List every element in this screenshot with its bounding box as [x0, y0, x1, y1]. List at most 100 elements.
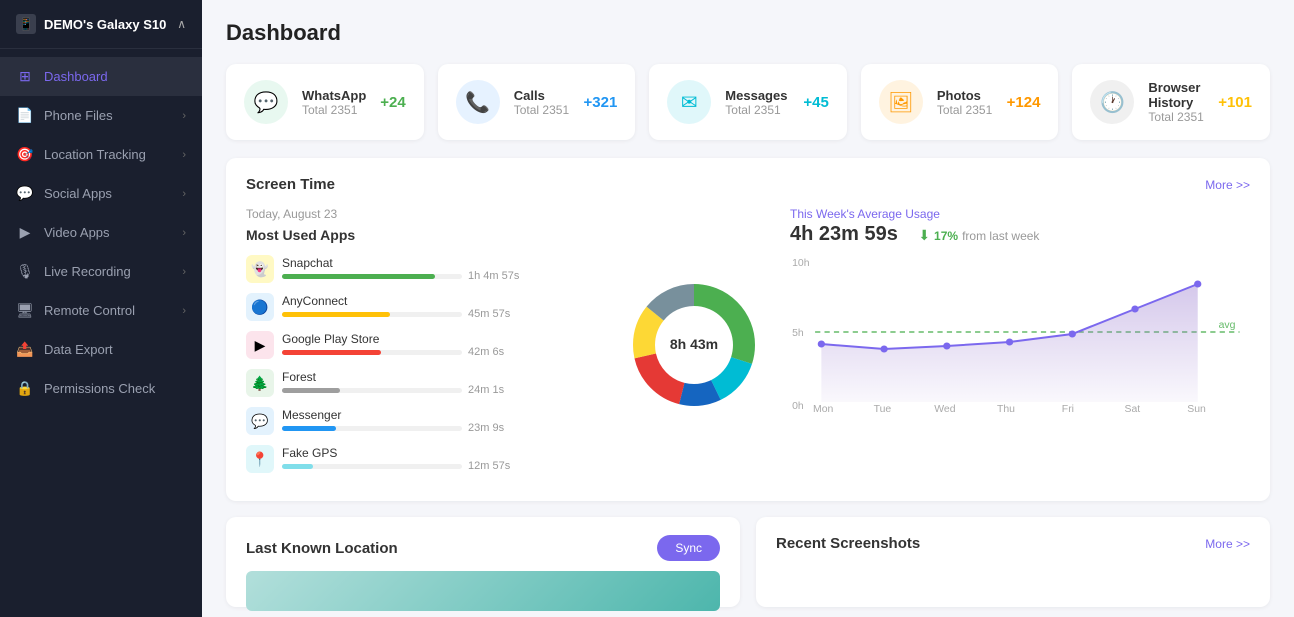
sidebar-item-phone-files[interactable]: 📄 Phone Files ›	[0, 96, 202, 135]
sync-button[interactable]: Sync	[657, 535, 720, 561]
main-content: Dashboard 💬 WhatsApp Total 2351 +24 📞 Ca…	[202, 0, 1294, 617]
app-bar-fill-Snapchat	[282, 274, 435, 279]
screenshots-title: Recent Screenshots	[776, 535, 920, 552]
stat-name-calls: Calls	[514, 88, 570, 103]
app-bar-fill-Messenger	[282, 426, 336, 431]
nav-label-dashboard: Dashboard	[44, 69, 108, 84]
chevron-up-icon[interactable]: ∧	[177, 17, 186, 31]
app-bar-fill-Google Play Store	[282, 350, 381, 355]
stat-card-browser-history[interactable]: 🕐 Browser History Total 2351 +101	[1072, 64, 1270, 140]
stat-cards: 💬 WhatsApp Total 2351 +24 📞 Calls Total …	[226, 64, 1270, 140]
sidebar-nav: ⊞ Dashboard 📄 Phone Files › 🎯 Location T…	[0, 49, 202, 617]
stat-total-messages: Total 2351	[725, 103, 789, 117]
stat-name-browser-history: Browser History	[1148, 80, 1204, 110]
svg-text:Sat: Sat	[1125, 404, 1141, 414]
date-label: Today, August 23	[246, 207, 598, 221]
screenshots-panel-header: Recent Screenshots More >>	[776, 535, 1250, 552]
app-name-Messenger: Messenger	[282, 408, 598, 422]
svg-text:Thu: Thu	[997, 404, 1015, 414]
nav-label-social-apps: Social Apps	[44, 186, 112, 201]
app-name-Snapchat: Snapchat	[282, 256, 598, 270]
svg-text:0h: 0h	[792, 401, 804, 412]
app-time-AnyConnect: 45m 57s	[468, 308, 510, 320]
usage-label: This Week's Average Usage	[790, 207, 1250, 221]
nav-label-phone-files: Phone Files	[44, 108, 113, 123]
usage-header: This Week's Average Usage 4h 23m 59s ⬇ 1…	[790, 207, 1250, 246]
stat-icon-photos: 🖼	[879, 80, 923, 124]
app-item-google-play-store: ▶ Google Play Store 42m 6s	[246, 331, 598, 359]
app-icon-Snapchat: 👻	[246, 255, 274, 283]
app-details-Google Play Store: Google Play Store 42m 6s	[282, 332, 598, 358]
app-name-Google Play Store: Google Play Store	[282, 332, 598, 346]
sidebar-item-social-apps[interactable]: 💬 Social Apps ›	[0, 174, 202, 213]
bottom-row: Last Known Location Sync Recent Screensh…	[226, 517, 1270, 607]
stat-card-messages[interactable]: ✉ Messages Total 2351 +45	[649, 64, 847, 140]
nav-icon-video-apps: ▶	[16, 224, 34, 241]
app-details-AnyConnect: AnyConnect 45m 57s	[282, 294, 598, 320]
stat-count-whatsapp: +24	[380, 94, 405, 111]
screen-time-more-link[interactable]: More >>	[1205, 178, 1250, 192]
sidebar-item-permissions-check[interactable]: 🔒 Permissions Check	[0, 369, 202, 408]
nav-arrow-video-apps: ›	[182, 227, 186, 239]
stat-icon-browser-history: 🕐	[1090, 80, 1134, 124]
device-icon: 📱	[16, 14, 36, 34]
location-panel-header: Last Known Location Sync	[246, 535, 720, 561]
apps-section: Today, August 23 Most Used Apps 👻 Snapch…	[246, 207, 598, 483]
stat-card-whatsapp[interactable]: 💬 WhatsApp Total 2351 +24	[226, 64, 424, 140]
app-item-snapchat: 👻 Snapchat 1h 4m 57s	[246, 255, 598, 283]
stat-total-calls: Total 2351	[514, 103, 570, 117]
svg-text:Fri: Fri	[1062, 404, 1074, 414]
app-time-Google Play Store: 42m 6s	[468, 346, 504, 358]
usage-chart-svg: 10h 5h 0h avg	[790, 254, 1250, 414]
stat-card-calls[interactable]: 📞 Calls Total 2351 +321	[438, 64, 636, 140]
svg-text:Mon: Mon	[813, 404, 834, 414]
stat-total-photos: Total 2351	[937, 103, 993, 117]
most-used-apps-title: Most Used Apps	[246, 227, 598, 243]
device-name: DEMO's Galaxy S10	[44, 17, 166, 32]
sidebar-item-video-apps[interactable]: ▶ Video Apps ›	[0, 213, 202, 252]
location-title: Last Known Location	[246, 540, 398, 557]
app-icon-Fake GPS: 📍	[246, 445, 274, 473]
app-icon-Messenger: 💬	[246, 407, 274, 435]
app-name-Forest: Forest	[282, 370, 598, 384]
app-details-Fake GPS: Fake GPS 12m 57s	[282, 446, 598, 472]
sidebar-item-dashboard[interactable]: ⊞ Dashboard	[0, 57, 202, 96]
stat-info-photos: Photos Total 2351	[937, 88, 993, 117]
app-item-forest: 🌲 Forest 24m 1s	[246, 369, 598, 397]
nav-icon-location-tracking: 🎯	[16, 146, 34, 163]
svg-text:Tue: Tue	[874, 404, 892, 414]
sidebar-item-remote-control[interactable]: 🖥 Remote Control ›	[0, 291, 202, 330]
app-name-Fake GPS: Fake GPS	[282, 446, 598, 460]
svg-text:Sun: Sun	[1187, 404, 1206, 414]
app-details-Forest: Forest 24m 1s	[282, 370, 598, 396]
app-time-Forest: 24m 1s	[468, 384, 504, 396]
stat-name-photos: Photos	[937, 88, 993, 103]
app-name-AnyConnect: AnyConnect	[282, 294, 598, 308]
svg-text:5h: 5h	[792, 328, 804, 339]
sidebar-item-location-tracking[interactable]: 🎯 Location Tracking ›	[0, 135, 202, 174]
stat-card-photos[interactable]: 🖼 Photos Total 2351 +124	[861, 64, 1059, 140]
nav-arrow-phone-files: ›	[182, 110, 186, 122]
nav-icon-data-export: 📤	[16, 341, 34, 358]
nav-icon-permissions-check: 🔒	[16, 380, 34, 397]
app-icon-Google Play Store: ▶	[246, 331, 274, 359]
nav-icon-social-apps: 💬	[16, 185, 34, 202]
stat-info-messages: Messages Total 2351	[725, 88, 789, 117]
stat-count-browser-history: +101	[1218, 94, 1252, 111]
stat-count-calls: +321	[584, 94, 618, 111]
nav-icon-remote-control: 🖥	[16, 302, 34, 319]
app-icon-Forest: 🌲	[246, 369, 274, 397]
svg-text:avg: avg	[1219, 320, 1236, 331]
usage-value: 4h 23m 59s	[790, 223, 898, 246]
screenshots-panel: Recent Screenshots More >>	[756, 517, 1270, 607]
sidebar-header: 📱 DEMO's Galaxy S10 ∧	[0, 0, 202, 49]
screenshots-more-link[interactable]: More >>	[1205, 537, 1250, 551]
nav-label-location-tracking: Location Tracking	[44, 147, 146, 162]
app-item-fake-gps: 📍 Fake GPS 12m 57s	[246, 445, 598, 473]
sidebar: 📱 DEMO's Galaxy S10 ∧ ⊞ Dashboard 📄 Phon…	[0, 0, 202, 617]
svg-text:10h: 10h	[792, 258, 810, 269]
sidebar-item-live-recording[interactable]: 🎙 Live Recording ›	[0, 252, 202, 291]
stat-icon-calls: 📞	[456, 80, 500, 124]
stat-name-whatsapp: WhatsApp	[302, 88, 366, 103]
sidebar-item-data-export[interactable]: 📤 Data Export	[0, 330, 202, 369]
